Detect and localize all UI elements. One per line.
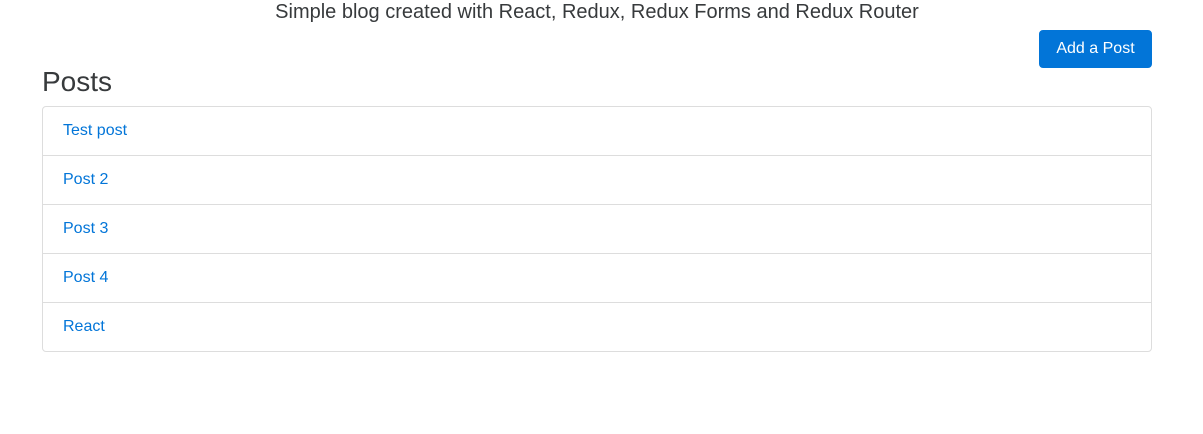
- post-list-item: Post 4: [43, 253, 1151, 302]
- post-list-item: Post 3: [43, 204, 1151, 253]
- post-list-item: Post 2: [43, 155, 1151, 204]
- post-link[interactable]: Post 4: [63, 268, 108, 288]
- post-link[interactable]: Post 2: [63, 170, 108, 190]
- page: Simple blog created with React, Redux, R…: [0, 0, 1203, 434]
- post-link[interactable]: Post 3: [63, 219, 108, 239]
- post-list: Test post Post 2 Post 3 Post 4 React: [42, 106, 1152, 352]
- post-link[interactable]: Test post: [63, 121, 127, 141]
- post-link[interactable]: React: [63, 317, 105, 337]
- page-title: Posts: [42, 66, 113, 97]
- add-post-button[interactable]: Add a Post: [1039, 30, 1152, 68]
- post-list-item: React: [43, 302, 1151, 351]
- site-tagline: Simple blog created with React, Redux, R…: [275, 1, 919, 23]
- post-list-item: Test post: [43, 107, 1151, 155]
